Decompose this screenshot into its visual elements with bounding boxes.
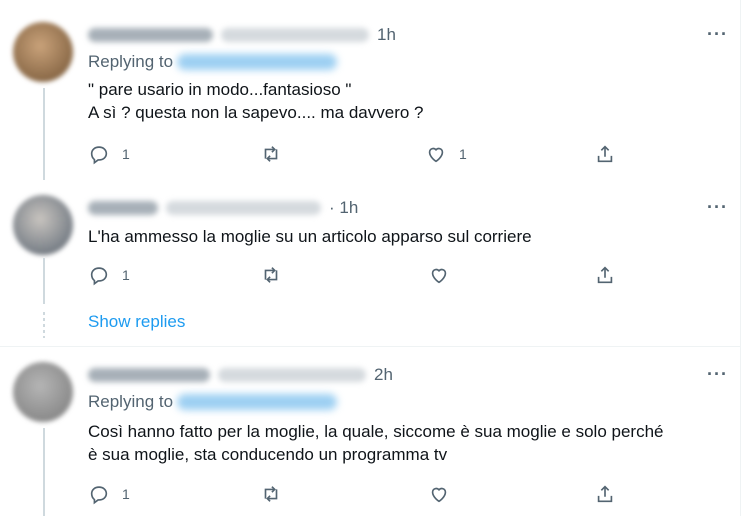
reply-icon — [90, 486, 108, 505]
tweet-line: è sua moglie, sta conducendo un programm… — [88, 445, 448, 464]
tweet-header: · 1h — [88, 197, 358, 219]
more-icon[interactable]: ··· — [707, 197, 728, 218]
retweet-button[interactable] — [260, 483, 294, 505]
retweet-button[interactable] — [260, 143, 294, 165]
like-icon — [431, 487, 447, 503]
replying-prefix: Replying to — [88, 52, 174, 71]
more-icon[interactable]: ··· — [707, 24, 728, 45]
retweet-icon — [264, 146, 278, 162]
like-button[interactable] — [428, 264, 462, 286]
avatar[interactable] — [13, 362, 73, 422]
tweet-actions: 1 1 — [88, 143, 628, 167]
reply-icon — [90, 267, 108, 286]
like-icon — [428, 147, 444, 163]
retweet-icon — [264, 486, 278, 502]
reply-button[interactable]: 1 — [88, 483, 130, 505]
tweet-actions: 1 — [88, 264, 628, 288]
more-icon[interactable]: ··· — [707, 364, 728, 385]
replying-prefix: Replying to — [88, 392, 174, 411]
thread-line — [43, 258, 45, 304]
show-replies-link[interactable]: Show replies — [88, 312, 185, 332]
author-handle[interactable] — [218, 368, 366, 382]
timestamp[interactable]: 1h — [377, 25, 396, 45]
share-icon — [597, 266, 613, 284]
like-button[interactable]: 1 — [425, 143, 467, 165]
right-border — [740, 0, 741, 516]
share-icon — [597, 145, 613, 163]
share-icon — [597, 485, 613, 503]
author-name[interactable] — [88, 368, 210, 382]
replying-to: Replying to — [88, 52, 338, 72]
reply-count: 1 — [122, 267, 130, 283]
share-button[interactable] — [594, 143, 616, 165]
tweet-line: Così hanno fatto per la moglie, la quale… — [88, 422, 664, 441]
timestamp[interactable]: 2h — [374, 365, 393, 385]
like-count: 1 — [459, 146, 467, 162]
reply-button[interactable]: 1 — [88, 143, 130, 165]
tweet-text: L'ha ammesso la moglie su un articolo ap… — [88, 225, 532, 248]
replying-to: Replying to — [88, 392, 338, 412]
like-button[interactable] — [428, 483, 462, 505]
tweet-actions: 1 — [88, 483, 628, 507]
author-name[interactable] — [88, 28, 213, 42]
author-handle[interactable] — [221, 28, 369, 42]
replying-handle-link[interactable] — [177, 54, 338, 70]
tweet-line: L'ha ammesso la moglie su un articolo ap… — [88, 227, 532, 246]
share-button[interactable] — [594, 483, 616, 505]
retweet-button[interactable] — [260, 264, 294, 286]
thread-dotted-line — [43, 312, 45, 338]
avatar[interactable] — [13, 195, 73, 255]
tweet-line: A sì ? questa non la sapevo.... ma davve… — [88, 103, 424, 122]
divider — [0, 346, 740, 347]
retweet-icon — [264, 267, 278, 283]
like-icon — [431, 268, 447, 284]
tweet-text: " pare usario in modo...fantasioso " A s… — [88, 78, 423, 124]
reply-count: 1 — [122, 486, 130, 502]
tweet-line: " pare usario in modo...fantasioso " — [88, 80, 352, 99]
tweet-header: 2h — [88, 364, 393, 386]
timestamp[interactable]: · 1h — [329, 198, 358, 218]
thread-line — [43, 428, 45, 516]
tweet-header: 1h — [88, 24, 396, 46]
reply-icon — [90, 146, 108, 165]
thread-line — [43, 88, 45, 180]
avatar[interactable] — [13, 22, 73, 82]
reply-count: 1 — [122, 146, 130, 162]
author-handle[interactable] — [166, 201, 321, 215]
tweet-text: Così hanno fatto per la moglie, la quale… — [88, 420, 664, 466]
reply-button[interactable]: 1 — [88, 264, 130, 286]
share-button[interactable] — [594, 264, 616, 286]
replying-handle-link[interactable] — [177, 394, 338, 410]
author-name[interactable] — [88, 201, 158, 215]
